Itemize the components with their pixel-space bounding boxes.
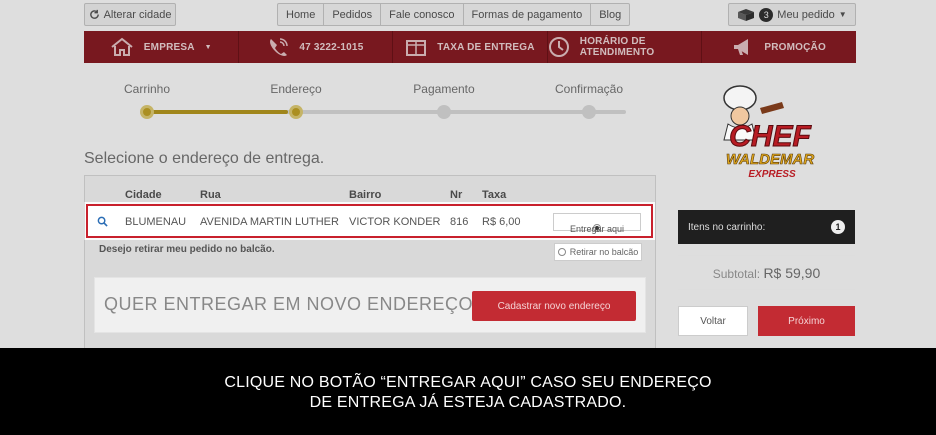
row-rua: AVENIDA MARTIN LUTHER bbox=[200, 216, 339, 228]
row-taxa: R$ 6,00 bbox=[482, 216, 521, 228]
deliver-here-button[interactable]: Entregar aqui bbox=[553, 213, 641, 234]
nav-fale-conosco[interactable]: Fale conosco bbox=[381, 4, 464, 25]
radio-icon bbox=[557, 248, 566, 256]
logo-line3: EXPRESS bbox=[748, 169, 796, 180]
pickup-label: Desejo retirar meu pedido no balcão. bbox=[99, 244, 275, 255]
search-icon[interactable] bbox=[97, 216, 108, 227]
megaphone-icon bbox=[734, 39, 749, 55]
refresh-icon bbox=[89, 9, 99, 19]
step-confirmacao: Confirmação bbox=[534, 82, 644, 119]
dim-overlay-left bbox=[0, 202, 84, 240]
step-endereco-label: Endereço bbox=[270, 82, 322, 96]
my-order-label: Meu pedido bbox=[777, 8, 835, 21]
nav-home[interactable]: Home bbox=[278, 4, 325, 25]
step-confirmacao-dot bbox=[582, 105, 596, 119]
top-nav: Home Pedidos Fale conosco Formas de paga… bbox=[277, 3, 631, 26]
box-icon bbox=[738, 8, 755, 21]
instruction-caption: CLIQUE NO BOTÃO “ENTREGAR AQUI” CASO SEU… bbox=[0, 348, 936, 435]
nav-empresa[interactable]: EMPRESA ▼ bbox=[84, 31, 239, 63]
next-button[interactable]: Próximo bbox=[758, 306, 855, 336]
caret-down-icon: ▼ bbox=[204, 43, 212, 51]
step-pagamento: Pagamento bbox=[389, 82, 499, 119]
nav-blog[interactable]: Blog bbox=[591, 4, 629, 25]
nav-horario[interactable]: HORÁRIO DE ATENDIMENTO bbox=[548, 31, 703, 63]
my-order-button[interactable]: 3 Meu pedido ▼ bbox=[728, 3, 856, 26]
page: Alterar cidade Home Pedidos Fale conosco… bbox=[0, 0, 936, 435]
top-bar: Alterar cidade Home Pedidos Fale conosco… bbox=[84, 3, 856, 27]
header-rua: Rua bbox=[200, 189, 221, 201]
pickup-button[interactable]: Retirar no balcão bbox=[554, 243, 642, 261]
nav-phone[interactable]: 47 3222-1015 bbox=[239, 31, 394, 63]
checkout-steps: Carrinho Endereço Pagamento Confirmação bbox=[84, 82, 656, 122]
nav-horario-label: HORÁRIO DE ATENDIMENTO bbox=[579, 36, 655, 58]
address-table-header: Cidade Rua Bairro Nr Taxa bbox=[84, 189, 656, 203]
caption-line-1: CLIQUE NO BOTÃO “ENTREGAR AQUI” CASO SEU… bbox=[224, 374, 712, 391]
section-title: Selecione o endereço de entrega. bbox=[84, 150, 325, 167]
step-pagamento-dot bbox=[437, 105, 451, 119]
logo-line1: CHEF bbox=[729, 120, 811, 153]
step-endereco-dot bbox=[289, 105, 303, 119]
nav-promocao-label: PROMOÇÃO bbox=[764, 41, 826, 53]
row-bairro: VICTOR KONDER bbox=[349, 216, 441, 228]
register-new-address-button[interactable]: Cadastrar novo endereço bbox=[472, 291, 636, 321]
caret-down-icon: ▼ bbox=[838, 10, 847, 19]
header-cidade: Cidade bbox=[125, 189, 162, 201]
step-endereco: Endereço bbox=[241, 82, 351, 119]
header-nr: Nr bbox=[450, 189, 463, 201]
main-nav: EMPRESA ▼ 47 3222-1015 TAXA DE ENTREGA H… bbox=[84, 31, 856, 63]
nav-phone-label: 47 3222-1015 bbox=[299, 41, 364, 53]
house-icon bbox=[111, 37, 133, 56]
phone-icon bbox=[270, 38, 289, 56]
cart-count-badge: 1 bbox=[831, 220, 845, 234]
subtotal: Subtotal: R$ 59,90 bbox=[678, 265, 855, 281]
nav-pedidos[interactable]: Pedidos bbox=[324, 4, 382, 25]
clock-icon bbox=[548, 37, 569, 57]
logo-line2: WALDEMAR bbox=[726, 151, 814, 168]
step-carrinho: Carrinho bbox=[92, 82, 202, 119]
box-icon bbox=[406, 40, 427, 56]
header-taxa: Taxa bbox=[482, 189, 507, 201]
subtotal-label: Subtotal: bbox=[712, 267, 761, 281]
cart-items-label: Itens no carrinho: bbox=[688, 221, 766, 233]
cart-summary: Itens no carrinho: 1 bbox=[678, 210, 855, 244]
nav-taxa-entrega[interactable]: TAXA DE ENTREGA bbox=[393, 31, 548, 63]
header-bairro: Bairro bbox=[349, 189, 382, 201]
step-carrinho-label: Carrinho bbox=[123, 82, 171, 96]
back-button[interactable]: Voltar bbox=[678, 306, 748, 336]
nav-formas-pagamento[interactable]: Formas de pagamento bbox=[464, 4, 592, 25]
step-confirmacao-label: Confirmação bbox=[554, 82, 624, 96]
row-cidade: BLUMENAU bbox=[125, 216, 187, 228]
chef-waldemar-logo: CHEF WALDEMAR EXPRESS bbox=[723, 85, 815, 180]
caption-line-2: DE ENTREGA JÁ ESTEJA CADASTRADO. bbox=[309, 394, 627, 411]
step-carrinho-dot bbox=[140, 105, 154, 119]
row-nr: 816 bbox=[450, 216, 469, 228]
nav-empresa-label: EMPRESA bbox=[143, 41, 195, 53]
divider bbox=[678, 255, 855, 256]
order-count-badge: 3 bbox=[759, 7, 774, 22]
deliver-here-label: Entregar aqui bbox=[569, 224, 625, 234]
divider bbox=[678, 289, 855, 290]
pickup-button-label: Retirar no balcão bbox=[569, 247, 639, 257]
address-row[interactable]: BLUMENAU AVENIDA MARTIN LUTHER VICTOR KO… bbox=[86, 204, 653, 238]
nav-taxa-label: TAXA DE ENTREGA bbox=[437, 41, 535, 53]
nav-promocao[interactable]: PROMOÇÃO bbox=[702, 31, 856, 63]
step-pagamento-label: Pagamento bbox=[413, 82, 475, 96]
change-city-button[interactable]: Alterar cidade bbox=[84, 3, 176, 26]
subtotal-value: R$ 59,90 bbox=[763, 265, 821, 281]
new-address-prompt: QUER ENTREGAR EM NOVO ENDEREÇO? bbox=[104, 294, 484, 314]
change-city-label: Alterar cidade bbox=[103, 8, 172, 21]
